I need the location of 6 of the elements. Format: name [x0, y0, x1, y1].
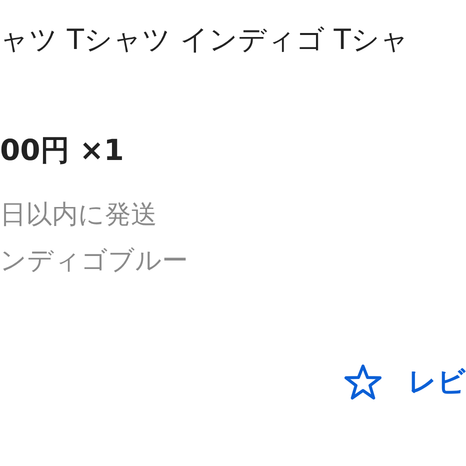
- review-button[interactable]: レビ: [408, 364, 466, 400]
- price-quantity: 00円 ×1: [0, 132, 125, 168]
- variant-name: ンディゴブルー: [0, 245, 189, 278]
- star-icon[interactable]: [344, 364, 382, 400]
- shipping-info: 日以内に発送: [0, 199, 158, 232]
- product-title: ャツ Tシャツ インディゴ Tシャ: [0, 22, 410, 58]
